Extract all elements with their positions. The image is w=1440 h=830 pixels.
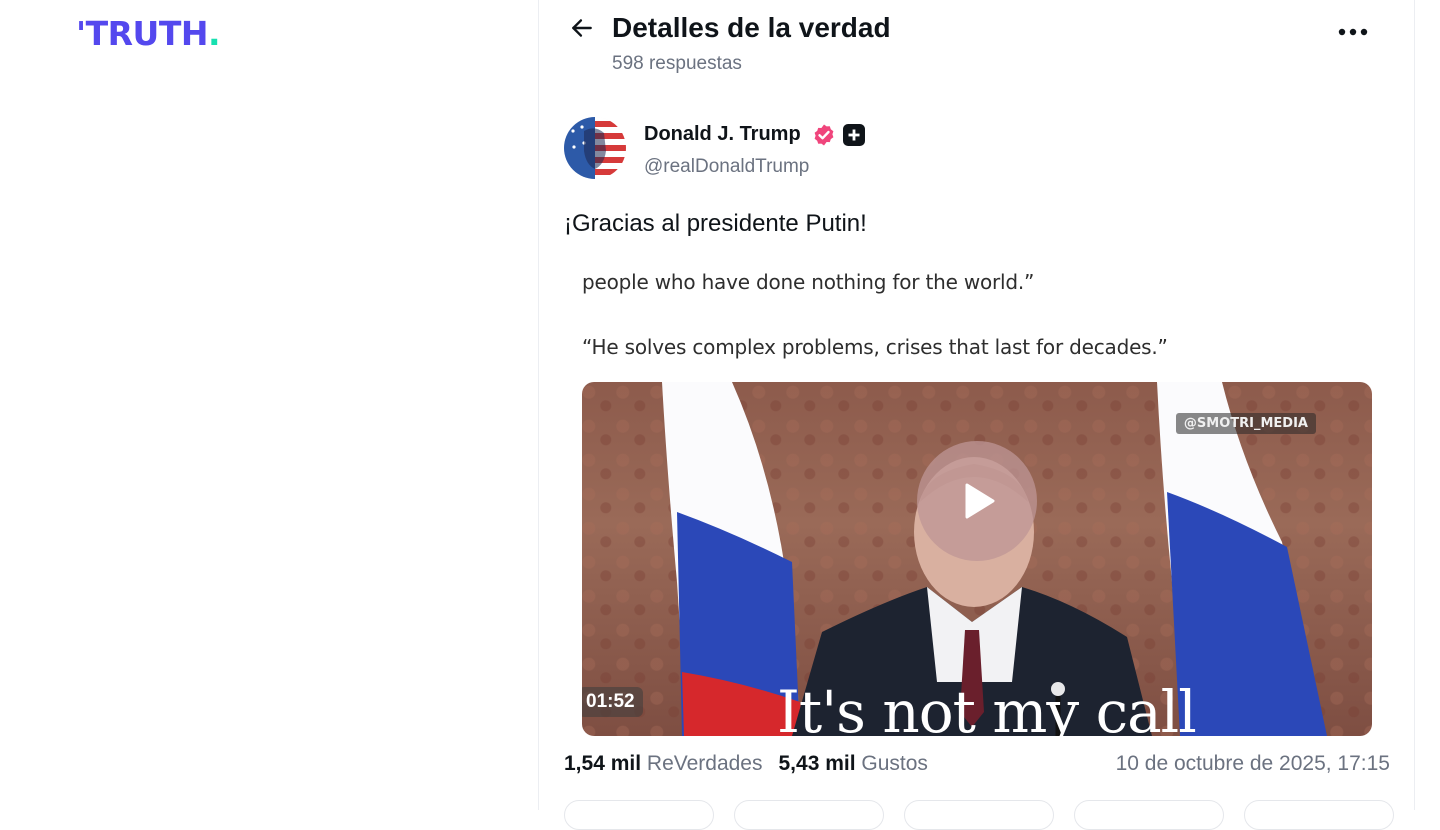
more-options-button[interactable]	[1336, 20, 1370, 44]
back-button[interactable]	[568, 14, 596, 42]
video-subtitle: It's not my call	[777, 678, 1197, 736]
quote-button[interactable]	[904, 800, 1054, 830]
arrow-left-icon	[572, 19, 592, 37]
media-caption-line: people who have done nothing for the wor…	[582, 270, 1035, 294]
post-timestamp: 10 de octubre de 2025, 17:15	[1115, 752, 1390, 775]
repost-button[interactable]	[734, 800, 884, 830]
author-name[interactable]: Donald J. Trump	[644, 123, 801, 146]
post-text: ¡Gracias al presidente Putin!	[564, 210, 867, 237]
post-detail-column: Detalles de la verdad 598 respuestas Don…	[538, 0, 1415, 830]
share-button[interactable]	[1244, 800, 1394, 830]
logo-dot: .	[207, 14, 221, 53]
logo-text: TRUTH	[85, 14, 209, 53]
page-title: Detalles de la verdad	[612, 12, 891, 43]
likes-count: 5,43 mil	[778, 752, 856, 775]
reposts-label: ReVerdades	[646, 752, 763, 775]
likes-label: Gustos	[861, 752, 928, 775]
video-duration: 01:52	[582, 687, 643, 717]
reposts-count: 1,54 mil	[564, 752, 642, 775]
post-action-bar	[564, 800, 1394, 830]
video-watermark: @SMOTRI_MEDIA	[1175, 413, 1316, 434]
video-player[interactable]: @SMOTRI_MEDIA It's not my call 01:52	[582, 382, 1372, 736]
likes-stat[interactable]: 5,43 mil Gustos	[779, 752, 928, 775]
media-caption-line: “He solves complex problems, crises that…	[582, 335, 1168, 359]
reply-button[interactable]	[564, 800, 714, 830]
like-button[interactable]	[1074, 800, 1224, 830]
verified-badge-icon	[812, 123, 836, 147]
post-stats: 1,54 mil ReVerdades 5,43 mil Gustos	[564, 752, 928, 776]
play-icon	[965, 483, 995, 519]
plus-badge-icon	[843, 124, 865, 146]
author-handle[interactable]: @realDonaldTrump	[644, 156, 809, 178]
truth-logo[interactable]: 'TRUTH.	[76, 14, 221, 53]
reposts-stat[interactable]: 1,54 mil ReVerdades	[564, 752, 763, 775]
reply-count: 598 respuestas	[612, 53, 742, 74]
more-horizontal-icon	[1338, 28, 1368, 36]
play-button[interactable]	[917, 441, 1037, 561]
avatar[interactable]	[564, 117, 626, 179]
post-media[interactable]: people who have done nothing for the wor…	[564, 262, 1390, 736]
